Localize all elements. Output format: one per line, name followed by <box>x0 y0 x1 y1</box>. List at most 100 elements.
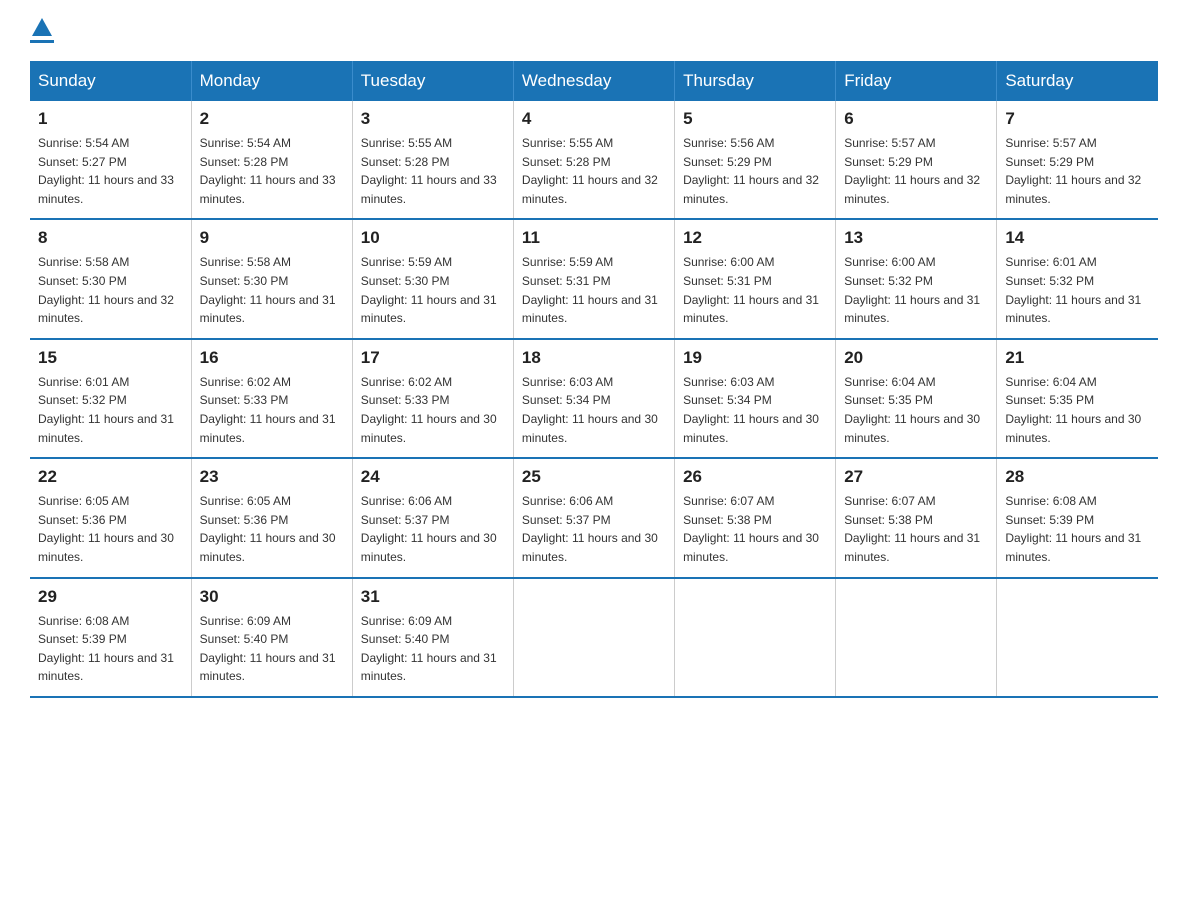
day-info: Sunrise: 6:05 AM Sunset: 5:36 PM Dayligh… <box>38 492 183 566</box>
day-number: 6 <box>844 109 988 129</box>
day-header-wednesday: Wednesday <box>513 61 674 101</box>
calendar-empty-cell <box>836 578 997 697</box>
day-number: 18 <box>522 348 666 368</box>
day-number: 10 <box>361 228 505 248</box>
calendar-day-cell: 21 Sunrise: 6:04 AM Sunset: 5:35 PM Dayl… <box>997 339 1158 458</box>
calendar-day-cell: 5 Sunrise: 5:56 AM Sunset: 5:29 PM Dayli… <box>675 101 836 219</box>
day-header-friday: Friday <box>836 61 997 101</box>
calendar-day-cell: 6 Sunrise: 5:57 AM Sunset: 5:29 PM Dayli… <box>836 101 997 219</box>
calendar-day-cell: 8 Sunrise: 5:58 AM Sunset: 5:30 PM Dayli… <box>30 219 191 338</box>
calendar-day-cell: 23 Sunrise: 6:05 AM Sunset: 5:36 PM Dayl… <box>191 458 352 577</box>
calendar-day-cell: 15 Sunrise: 6:01 AM Sunset: 5:32 PM Dayl… <box>30 339 191 458</box>
logo <box>30 20 54 43</box>
day-info: Sunrise: 5:55 AM Sunset: 5:28 PM Dayligh… <box>522 134 666 208</box>
day-info: Sunrise: 6:06 AM Sunset: 5:37 PM Dayligh… <box>361 492 505 566</box>
day-number: 30 <box>200 587 344 607</box>
day-info: Sunrise: 6:03 AM Sunset: 5:34 PM Dayligh… <box>522 373 666 447</box>
calendar-table: SundayMondayTuesdayWednesdayThursdayFrid… <box>30 61 1158 698</box>
calendar-day-cell: 19 Sunrise: 6:03 AM Sunset: 5:34 PM Dayl… <box>675 339 836 458</box>
calendar-day-cell: 11 Sunrise: 5:59 AM Sunset: 5:31 PM Dayl… <box>513 219 674 338</box>
day-info: Sunrise: 5:54 AM Sunset: 5:28 PM Dayligh… <box>200 134 344 208</box>
calendar-empty-cell <box>997 578 1158 697</box>
day-info: Sunrise: 6:00 AM Sunset: 5:31 PM Dayligh… <box>683 253 827 327</box>
day-info: Sunrise: 6:07 AM Sunset: 5:38 PM Dayligh… <box>844 492 988 566</box>
day-number: 5 <box>683 109 827 129</box>
day-info: Sunrise: 5:57 AM Sunset: 5:29 PM Dayligh… <box>844 134 988 208</box>
day-number: 19 <box>683 348 827 368</box>
day-number: 3 <box>361 109 505 129</box>
day-number: 28 <box>1005 467 1150 487</box>
day-number: 16 <box>200 348 344 368</box>
day-info: Sunrise: 6:01 AM Sunset: 5:32 PM Dayligh… <box>38 373 183 447</box>
calendar-day-cell: 13 Sunrise: 6:00 AM Sunset: 5:32 PM Dayl… <box>836 219 997 338</box>
calendar-day-cell: 9 Sunrise: 5:58 AM Sunset: 5:30 PM Dayli… <box>191 219 352 338</box>
day-number: 11 <box>522 228 666 248</box>
calendar-week-row: 29 Sunrise: 6:08 AM Sunset: 5:39 PM Dayl… <box>30 578 1158 697</box>
calendar-header-row: SundayMondayTuesdayWednesdayThursdayFrid… <box>30 61 1158 101</box>
day-number: 27 <box>844 467 988 487</box>
calendar-day-cell: 2 Sunrise: 5:54 AM Sunset: 5:28 PM Dayli… <box>191 101 352 219</box>
day-info: Sunrise: 6:00 AM Sunset: 5:32 PM Dayligh… <box>844 253 988 327</box>
day-header-saturday: Saturday <box>997 61 1158 101</box>
calendar-day-cell: 20 Sunrise: 6:04 AM Sunset: 5:35 PM Dayl… <box>836 339 997 458</box>
day-info: Sunrise: 6:09 AM Sunset: 5:40 PM Dayligh… <box>200 612 344 686</box>
day-number: 25 <box>522 467 666 487</box>
day-number: 29 <box>38 587 183 607</box>
day-header-tuesday: Tuesday <box>352 61 513 101</box>
calendar-week-row: 1 Sunrise: 5:54 AM Sunset: 5:27 PM Dayli… <box>30 101 1158 219</box>
calendar-day-cell: 12 Sunrise: 6:00 AM Sunset: 5:31 PM Dayl… <box>675 219 836 338</box>
day-info: Sunrise: 6:09 AM Sunset: 5:40 PM Dayligh… <box>361 612 505 686</box>
day-number: 31 <box>361 587 505 607</box>
calendar-day-cell: 16 Sunrise: 6:02 AM Sunset: 5:33 PM Dayl… <box>191 339 352 458</box>
day-number: 20 <box>844 348 988 368</box>
day-info: Sunrise: 5:59 AM Sunset: 5:30 PM Dayligh… <box>361 253 505 327</box>
calendar-week-row: 8 Sunrise: 5:58 AM Sunset: 5:30 PM Dayli… <box>30 219 1158 338</box>
day-info: Sunrise: 6:02 AM Sunset: 5:33 PM Dayligh… <box>200 373 344 447</box>
calendar-day-cell: 7 Sunrise: 5:57 AM Sunset: 5:29 PM Dayli… <box>997 101 1158 219</box>
page-header <box>30 20 1158 43</box>
day-info: Sunrise: 6:05 AM Sunset: 5:36 PM Dayligh… <box>200 492 344 566</box>
calendar-day-cell: 27 Sunrise: 6:07 AM Sunset: 5:38 PM Dayl… <box>836 458 997 577</box>
day-number: 9 <box>200 228 344 248</box>
day-header-sunday: Sunday <box>30 61 191 101</box>
day-info: Sunrise: 5:59 AM Sunset: 5:31 PM Dayligh… <box>522 253 666 327</box>
calendar-day-cell: 1 Sunrise: 5:54 AM Sunset: 5:27 PM Dayli… <box>30 101 191 219</box>
calendar-day-cell: 28 Sunrise: 6:08 AM Sunset: 5:39 PM Dayl… <box>997 458 1158 577</box>
calendar-day-cell: 14 Sunrise: 6:01 AM Sunset: 5:32 PM Dayl… <box>997 219 1158 338</box>
day-number: 8 <box>38 228 183 248</box>
day-number: 22 <box>38 467 183 487</box>
day-number: 2 <box>200 109 344 129</box>
day-number: 15 <box>38 348 183 368</box>
day-number: 13 <box>844 228 988 248</box>
calendar-day-cell: 26 Sunrise: 6:07 AM Sunset: 5:38 PM Dayl… <box>675 458 836 577</box>
day-number: 23 <box>200 467 344 487</box>
day-info: Sunrise: 6:01 AM Sunset: 5:32 PM Dayligh… <box>1005 253 1150 327</box>
logo-triangle-icon <box>32 18 52 36</box>
day-info: Sunrise: 6:06 AM Sunset: 5:37 PM Dayligh… <box>522 492 666 566</box>
calendar-day-cell: 3 Sunrise: 5:55 AM Sunset: 5:28 PM Dayli… <box>352 101 513 219</box>
calendar-week-row: 15 Sunrise: 6:01 AM Sunset: 5:32 PM Dayl… <box>30 339 1158 458</box>
day-info: Sunrise: 5:55 AM Sunset: 5:28 PM Dayligh… <box>361 134 505 208</box>
day-number: 14 <box>1005 228 1150 248</box>
day-info: Sunrise: 6:08 AM Sunset: 5:39 PM Dayligh… <box>1005 492 1150 566</box>
day-info: Sunrise: 5:54 AM Sunset: 5:27 PM Dayligh… <box>38 134 183 208</box>
day-number: 12 <box>683 228 827 248</box>
day-info: Sunrise: 6:04 AM Sunset: 5:35 PM Dayligh… <box>1005 373 1150 447</box>
day-info: Sunrise: 5:57 AM Sunset: 5:29 PM Dayligh… <box>1005 134 1150 208</box>
calendar-day-cell: 29 Sunrise: 6:08 AM Sunset: 5:39 PM Dayl… <box>30 578 191 697</box>
day-info: Sunrise: 6:07 AM Sunset: 5:38 PM Dayligh… <box>683 492 827 566</box>
day-info: Sunrise: 6:08 AM Sunset: 5:39 PM Dayligh… <box>38 612 183 686</box>
calendar-empty-cell <box>513 578 674 697</box>
day-info: Sunrise: 6:02 AM Sunset: 5:33 PM Dayligh… <box>361 373 505 447</box>
calendar-day-cell: 18 Sunrise: 6:03 AM Sunset: 5:34 PM Dayl… <box>513 339 674 458</box>
calendar-day-cell: 25 Sunrise: 6:06 AM Sunset: 5:37 PM Dayl… <box>513 458 674 577</box>
calendar-empty-cell <box>675 578 836 697</box>
day-number: 17 <box>361 348 505 368</box>
day-number: 21 <box>1005 348 1150 368</box>
day-number: 26 <box>683 467 827 487</box>
day-info: Sunrise: 6:03 AM Sunset: 5:34 PM Dayligh… <box>683 373 827 447</box>
calendar-day-cell: 4 Sunrise: 5:55 AM Sunset: 5:28 PM Dayli… <box>513 101 674 219</box>
day-number: 1 <box>38 109 183 129</box>
calendar-day-cell: 17 Sunrise: 6:02 AM Sunset: 5:33 PM Dayl… <box>352 339 513 458</box>
day-info: Sunrise: 5:56 AM Sunset: 5:29 PM Dayligh… <box>683 134 827 208</box>
